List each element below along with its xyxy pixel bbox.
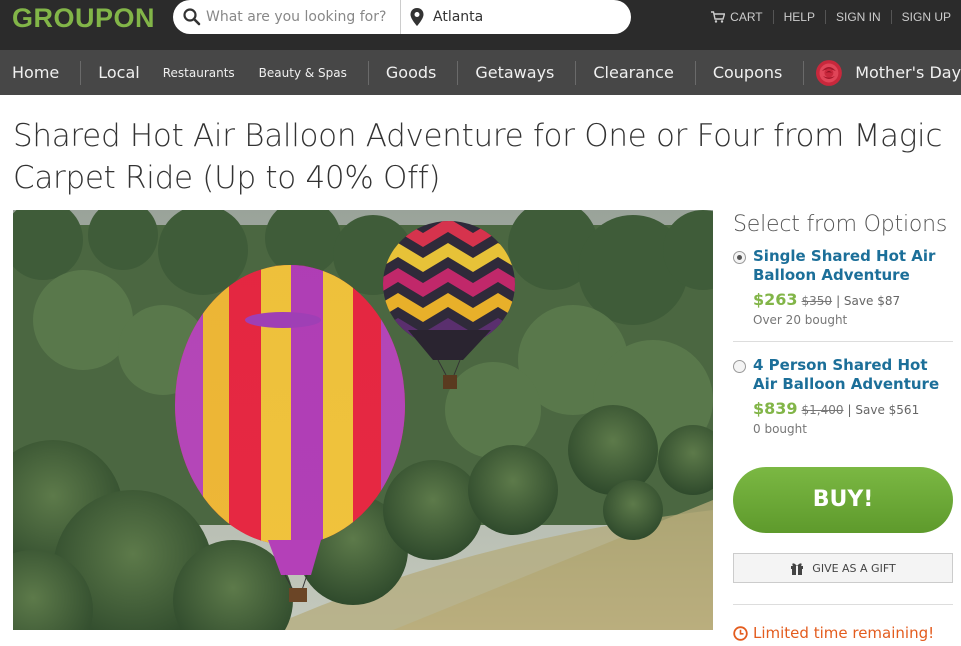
option-prices: $839 $1,400 | Save $561 <box>753 399 953 418</box>
option-bought: 0 bought <box>753 422 807 436</box>
option-name[interactable]: 4 Person Shared Hot Air Balloon Adventur… <box>753 356 953 394</box>
option-price: $263 <box>753 290 798 309</box>
top-bar: GROUPON CART HELP SIGN IN SIGN UP <box>0 0 961 50</box>
option-bought: Over 20 bought <box>753 313 848 327</box>
location-pin-icon <box>410 8 424 26</box>
location-input[interactable] <box>433 9 613 25</box>
options-heading: Select from Options <box>733 212 948 237</box>
nav-coupons[interactable]: Coupons <box>713 63 783 82</box>
clock-icon <box>733 625 748 641</box>
nav-divider <box>367 60 369 85</box>
option-four-person[interactable]: 4 Person Shared Hot Air Balloon Adventur… <box>733 356 953 436</box>
search-icon <box>183 8 201 26</box>
option-original-price: $350 <box>801 294 833 308</box>
deal-title: Shared Hot Air Balloon Adventure for One… <box>13 118 943 196</box>
gift-label: GIVE AS A GIFT <box>812 561 896 575</box>
option-price: $839 <box>753 399 798 418</box>
balloon-photo <box>13 210 713 630</box>
search-box[interactable] <box>173 0 401 34</box>
give-as-gift-button[interactable]: GIVE AS A GIFT <box>733 553 953 583</box>
option-savings: | Save $87 <box>836 294 901 308</box>
nav-divider <box>80 60 82 85</box>
groupon-logo[interactable]: GROUPON <box>12 3 155 34</box>
cart-icon <box>711 11 726 23</box>
gift-icon <box>791 563 804 575</box>
nav-goods[interactable]: Goods <box>386 63 436 82</box>
deal-photo <box>13 210 713 630</box>
buy-button[interactable]: BUY! <box>733 467 953 533</box>
nav-mothers-day[interactable]: Mother's Day <box>855 63 961 82</box>
option-radio[interactable] <box>733 360 746 373</box>
nav-clearance[interactable]: Clearance <box>593 63 673 82</box>
nav-divider <box>694 60 696 85</box>
option-savings: | Save $561 <box>847 403 920 417</box>
cart-label: CART <box>730 10 763 24</box>
nav-restaurants[interactable]: Restaurants <box>163 66 235 80</box>
option-original-price: $1,400 <box>801 403 844 417</box>
location-box[interactable] <box>401 0 631 34</box>
option-divider <box>733 341 953 342</box>
nav-beauty-spas[interactable]: Beauty & Spas <box>259 66 347 80</box>
option-name[interactable]: Single Shared Hot Air Balloon Adventure <box>753 247 953 285</box>
limited-time-notice: Limited time remaining! <box>733 624 934 642</box>
nav-divider <box>803 60 805 85</box>
rose-icon <box>816 59 843 86</box>
nav-divider <box>457 60 459 85</box>
help-link[interactable]: HELP <box>774 10 826 24</box>
limited-time-text: Limited time remaining! <box>753 624 935 642</box>
sign-in-link[interactable]: SIGN IN <box>826 10 892 24</box>
category-nav: Home Local Restaurants Beauty & Spas Goo… <box>0 50 961 95</box>
search-input[interactable] <box>206 9 386 25</box>
option-radio[interactable] <box>733 251 746 264</box>
option-single[interactable]: Single Shared Hot Air Balloon Adventure … <box>733 247 953 327</box>
cart-link[interactable]: CART <box>701 10 774 24</box>
nav-getaways[interactable]: Getaways <box>475 63 554 82</box>
nav-divider <box>575 60 577 85</box>
nav-home[interactable]: Home <box>12 63 59 82</box>
option-prices: $263 $350 | Save $87 <box>753 290 953 309</box>
panel-divider <box>733 604 953 605</box>
sign-up-link[interactable]: SIGN UP <box>892 10 951 24</box>
nav-local[interactable]: Local <box>98 63 139 82</box>
top-links: CART HELP SIGN IN SIGN UP <box>701 10 951 24</box>
options-panel: Select from Options Single Shared Hot Ai… <box>733 210 953 436</box>
